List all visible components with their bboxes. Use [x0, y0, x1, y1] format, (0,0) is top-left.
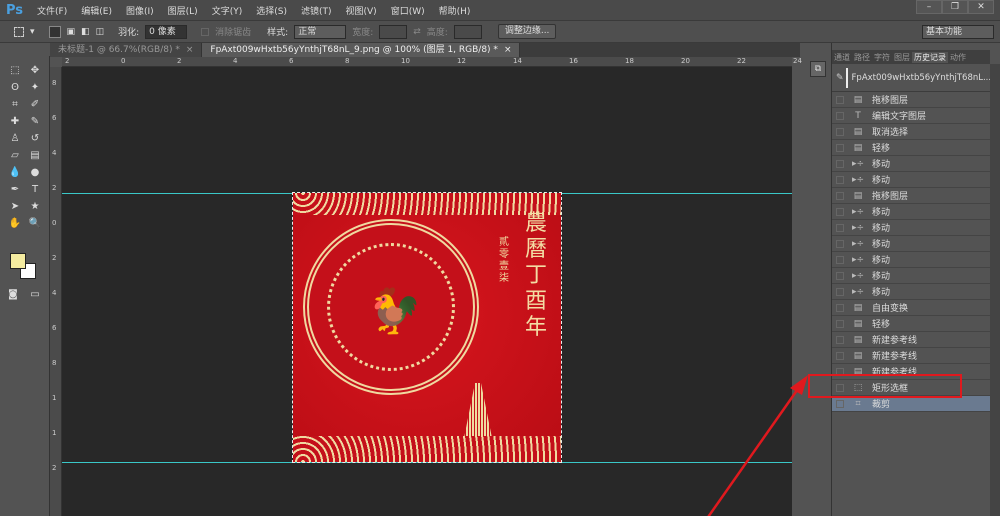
annotation-arrow [707, 375, 808, 516]
foreground-color-swatch[interactable] [10, 253, 26, 269]
